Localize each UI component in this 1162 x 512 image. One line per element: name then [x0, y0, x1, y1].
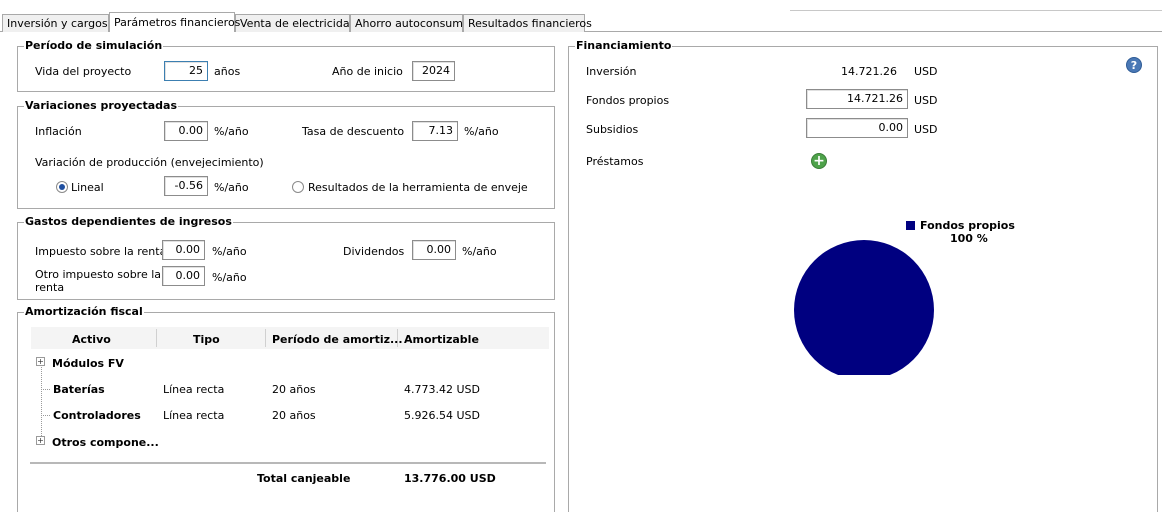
expand-other-components-icon[interactable]: + — [36, 436, 45, 445]
discount-rate-field[interactable]: 7.13 — [412, 121, 458, 141]
project-life-field[interactable]: 25 — [164, 61, 208, 81]
project-life-label: Vida del proyecto — [35, 65, 132, 78]
dividends-unit: %/año — [462, 245, 497, 258]
table-row-amount: 5.926.54 USD — [404, 409, 480, 422]
tab-inversion-cargos[interactable]: Inversión y cargos — [2, 14, 109, 32]
column-separator — [265, 329, 266, 347]
tab-parametros-financieros[interactable]: Parámetros financieros — [109, 12, 240, 32]
start-year-field[interactable]: 2024 — [412, 61, 455, 81]
add-loan-icon[interactable]: + — [811, 153, 827, 169]
tab-ahorro-autoconsumo[interactable]: Ahorro autoconsumo — [350, 14, 470, 32]
production-variation-label: Variación de producción (envejecimiento) — [35, 156, 264, 169]
table-row-asset[interactable]: Módulos FV — [52, 357, 124, 370]
project-life-unit: años — [214, 65, 241, 78]
aging-tool-radio[interactable] — [292, 181, 304, 193]
inflation-field[interactable]: 0.00 — [164, 121, 208, 141]
financing-legend: Financiamiento — [575, 39, 673, 53]
table-row-asset[interactable]: Controladores — [53, 409, 141, 422]
help-icon[interactable]: ? — [1126, 57, 1142, 73]
table-row-type[interactable]: Línea recta — [163, 409, 224, 422]
total-label: Total canjeable — [257, 472, 351, 485]
dividends-label: Dividendos — [343, 245, 405, 258]
income-tax-unit: %/año — [212, 245, 247, 258]
tree-connector — [41, 367, 42, 440]
tab-resultados-financieros[interactable]: Resultados financieros — [463, 14, 592, 32]
other-tax-unit: %/año — [212, 271, 247, 284]
inflation-unit: %/año — [214, 125, 249, 138]
start-year-label: Año de inicio — [332, 65, 403, 78]
linear-label: Lineal — [71, 181, 104, 194]
pie-slice-fondos-propios — [794, 240, 934, 375]
other-tax-label-line1: Otro impuesto sobre la — [35, 268, 162, 281]
own-funds-label: Fondos propios — [586, 94, 670, 107]
linear-radio[interactable] — [56, 181, 68, 193]
investment-label: Inversión — [586, 65, 637, 78]
simulation-period-legend: Período de simulación — [24, 39, 164, 53]
subsidies-label: Subsidios — [586, 123, 639, 136]
projected-variations-legend: Variaciones proyectadas — [24, 99, 179, 113]
tax-amortization-legend: Amortización fiscal — [24, 305, 144, 319]
income-expenses-group: Gastos dependientes de ingresos — [17, 215, 555, 300]
income-tax-field[interactable]: 0.00 — [162, 240, 205, 260]
own-funds-field[interactable]: 14.721.26 — [806, 89, 908, 109]
discount-rate-unit: %/año — [464, 125, 499, 138]
table-row-amount: 4.773.42 USD — [404, 383, 480, 396]
top-border-line — [790, 10, 1162, 11]
inflation-label: Inflación — [35, 125, 82, 138]
column-header-amortizable[interactable]: Amortizable — [404, 333, 479, 346]
tree-connector — [41, 415, 50, 416]
aging-tool-label: Resultados de la herramienta de enveje — [308, 181, 528, 194]
legend-label-fondos-propios: Fondos propios — [920, 219, 1015, 232]
pie-value-label: 100 % — [950, 232, 988, 245]
column-header-period[interactable]: Período de amortiz... — [272, 333, 403, 346]
investment-currency: USD — [914, 65, 938, 78]
loans-label: Préstamos — [586, 155, 644, 168]
legend-swatch-fondos-propios — [906, 221, 915, 230]
column-header-type[interactable]: Tipo — [193, 333, 220, 346]
subsidies-currency: USD — [914, 123, 938, 136]
tab-venta-electricidad[interactable]: Venta de electricidad — [235, 14, 357, 32]
total-value: 13.776.00 USD — [404, 472, 496, 485]
column-separator — [156, 329, 157, 347]
income-tax-label: Impuesto sobre la renta — [35, 245, 167, 258]
column-header-asset[interactable]: Activo — [72, 333, 111, 346]
total-separator — [30, 462, 546, 464]
discount-rate-label: Tasa de descuento — [302, 125, 405, 138]
expand-pv-modules-icon[interactable]: + — [36, 357, 45, 366]
table-row-period[interactable]: 20 años — [272, 409, 316, 422]
linear-variation-unit: %/año — [214, 181, 249, 194]
subsidies-field[interactable]: 0.00 — [806, 118, 908, 138]
dividends-field[interactable]: 0.00 — [412, 240, 456, 260]
income-expenses-legend: Gastos dependientes de ingresos — [24, 215, 233, 229]
table-row-type[interactable]: Línea recta — [163, 383, 224, 396]
financing-pie-chart: Fondos propios 100 % — [794, 219, 1015, 375]
investment-value: 14.721.26 — [841, 65, 897, 78]
table-row-period[interactable]: 20 años — [272, 383, 316, 396]
other-tax-field[interactable]: 0.00 — [162, 266, 205, 286]
own-funds-currency: USD — [914, 94, 938, 107]
tree-connector — [41, 389, 50, 390]
linear-variation-field[interactable]: -0.56 — [164, 176, 208, 196]
table-row-asset[interactable]: Otros compone... — [52, 436, 159, 449]
other-tax-label-line2: renta — [35, 281, 65, 294]
table-row-asset[interactable]: Baterías — [53, 383, 105, 396]
